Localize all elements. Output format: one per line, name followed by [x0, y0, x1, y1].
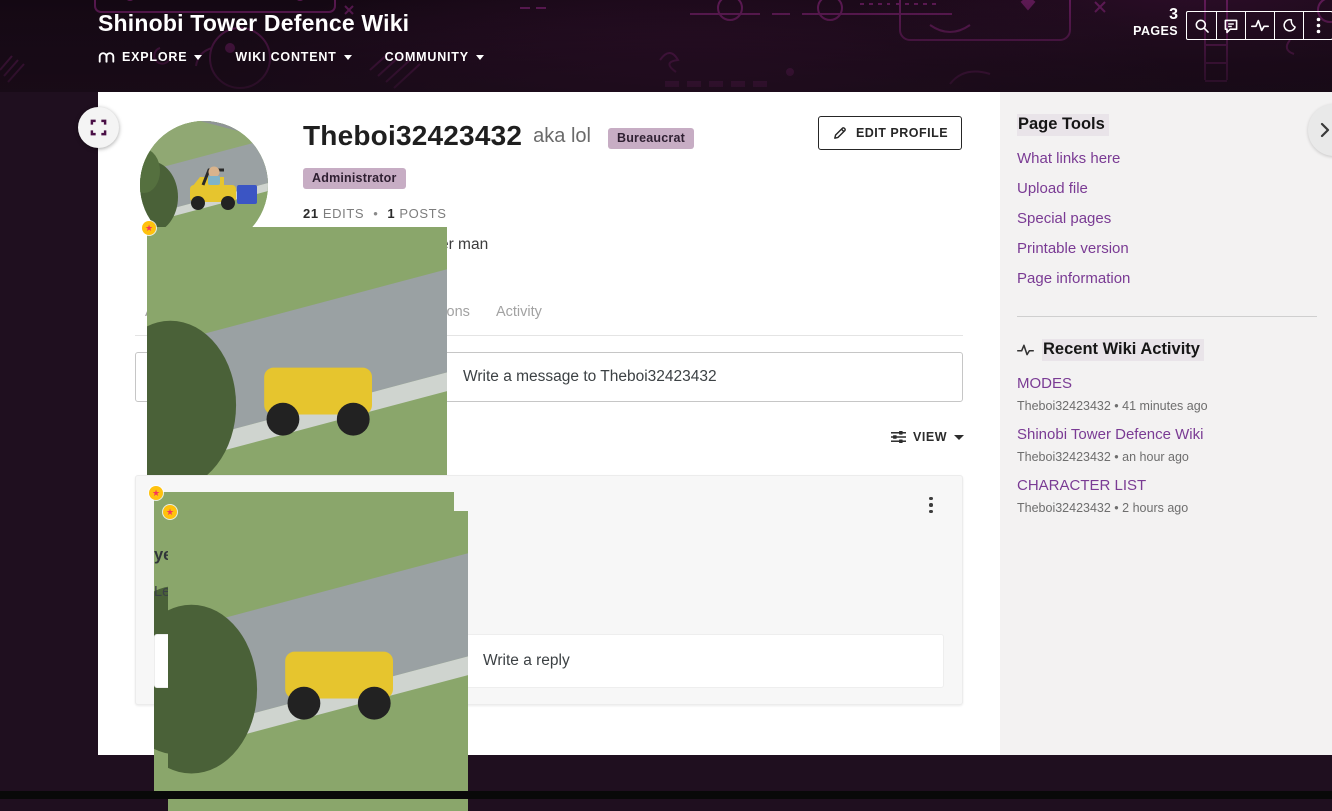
search-button[interactable]	[1187, 12, 1216, 39]
activity-item: Shinobi Tower Defence Wiki Theboi3242343…	[1017, 426, 1312, 464]
global-header: Shinobi Tower Defence Wiki EXPLORE WIKI …	[0, 0, 1332, 92]
pages-label: PAGES	[1133, 24, 1178, 38]
dark-mode-button[interactable]	[1274, 12, 1303, 39]
user-profile-main: Theboi32423432 aka lol Bureaucrat Admini…	[98, 92, 1000, 811]
collapse-rail-button[interactable]	[1308, 104, 1332, 156]
recent-activity-title: Recent Wiki Activity	[1042, 339, 1204, 361]
profile-username: Theboi32423432	[303, 120, 523, 151]
search-icon	[1195, 19, 1209, 33]
view-sort-dropdown[interactable]: VIEW	[814, 430, 964, 444]
wiki-title[interactable]: Shinobi Tower Defence Wiki	[98, 10, 409, 37]
edit-profile-button[interactable]: EDIT PROFILE	[818, 116, 962, 150]
thread-more-button[interactable]	[922, 494, 940, 516]
profile-stats: 21 EDITS • 1 POSTS	[303, 206, 446, 221]
badge-administrator: Administrator	[303, 168, 406, 189]
pulse-icon	[1251, 19, 1269, 32]
link-special-pages[interactable]: Special pages	[1017, 210, 1111, 227]
kebab-icon	[1316, 17, 1320, 34]
profile-name-row: Theboi32423432 aka lol Bureaucrat	[303, 120, 694, 152]
nav-wiki-content-label: WIKI CONTENT	[235, 50, 337, 64]
founder-star-badge: ★	[149, 486, 163, 500]
activity-meta: Theboi32423432 • 41 minutes ago	[1017, 399, 1208, 413]
activity-link-character-list[interactable]: CHARACTER LIST	[1017, 477, 1312, 494]
activity-meta: Theboi32423432 • 2 hours ago	[1017, 501, 1189, 515]
recent-activity-heading: Recent Wiki Activity	[1017, 339, 1204, 361]
expand-profile-button[interactable]	[78, 107, 119, 148]
footer-strip	[0, 791, 1332, 799]
moon-icon	[1282, 18, 1296, 32]
badge-bureaucrat: Bureaucrat	[607, 127, 694, 149]
link-printable-version[interactable]: Printable version	[1017, 240, 1129, 257]
edit-profile-label: EDIT PROFILE	[855, 126, 949, 140]
fandom-icon	[98, 52, 115, 63]
activity-item: MODES Theboi32423432 • 41 minutes ago	[1017, 375, 1312, 413]
composer-placeholder: Write a message to Theboi32423432	[463, 368, 717, 385]
chevron-down-icon	[194, 54, 203, 60]
founder-star-badge: ★	[163, 505, 177, 519]
tab-activity[interactable]: Activity	[486, 295, 552, 335]
message-thread-card: ★ Theboi32423432 • Now yeessssssssssss L…	[135, 475, 963, 811]
chevron-down-icon	[343, 54, 352, 60]
nav-explore-label: EXPLORE	[122, 50, 188, 64]
discussions-icon	[1224, 19, 1238, 33]
chevron-down-icon	[954, 434, 964, 440]
chevron-down-icon	[475, 54, 484, 60]
wiki-activity-button[interactable]	[1245, 12, 1274, 39]
pulse-icon	[1017, 344, 1034, 356]
activity-meta: Theboi32423432 • an hour ago	[1017, 450, 1189, 464]
reply-composer[interactable]: ★ Write a reply	[154, 505, 944, 811]
stats-separator: •	[373, 206, 379, 221]
header-action-bar	[1186, 11, 1332, 40]
filter-sliders-icon	[891, 431, 907, 443]
link-upload-file[interactable]: Upload file	[1017, 180, 1088, 197]
pages-count: 3	[1169, 6, 1178, 23]
activity-item: CHARACTER LIST Theboi32423432 • 2 hours …	[1017, 477, 1312, 515]
pencil-icon	[834, 127, 846, 139]
profile-badge-row: Administrator	[303, 168, 406, 189]
reply-placeholder: Write a reply	[483, 652, 570, 669]
chevron-right-icon	[1320, 122, 1330, 138]
activity-link-modes[interactable]: MODES	[1017, 375, 1312, 392]
nav-community[interactable]: COMMUNITY	[385, 50, 484, 64]
nav-community-label: COMMUNITY	[384, 50, 469, 64]
posts-count: 1	[387, 206, 396, 221]
activity-link-wiki[interactable]: Shinobi Tower Defence Wiki	[1017, 426, 1312, 443]
reply-avatar: ★	[163, 505, 468, 811]
page-tools-title: Page Tools	[1017, 114, 1109, 136]
rail-divider	[1017, 316, 1317, 317]
main-nav: EXPLORE WIKI CONTENT COMMUNITY	[98, 50, 484, 64]
edits-count: 21	[303, 206, 319, 221]
edits-label: EDITS	[322, 206, 365, 221]
founder-star-badge: ★	[142, 221, 156, 235]
discussions-button[interactable]	[1216, 12, 1245, 39]
nav-wiki-content[interactable]: WIKI CONTENT	[235, 50, 352, 64]
nav-explore[interactable]: EXPLORE	[98, 50, 203, 64]
posts-label: POSTS	[399, 206, 447, 221]
link-page-information[interactable]: Page information	[1017, 270, 1130, 287]
expand-icon	[90, 119, 107, 136]
right-rail: Page Tools What links here Upload file S…	[1000, 92, 1332, 755]
link-what-links-here[interactable]: What links here	[1017, 150, 1120, 167]
view-label: VIEW	[913, 430, 947, 444]
profile-aka: aka lol	[533, 124, 591, 147]
more-options-button[interactable]	[1303, 12, 1332, 39]
page-tools-heading: Page Tools	[1017, 114, 1109, 136]
pages-counter: 3 PAGES	[1118, 7, 1178, 38]
message-composer[interactable]: ★ Write a message to Theboi32423432	[135, 221, 963, 527]
